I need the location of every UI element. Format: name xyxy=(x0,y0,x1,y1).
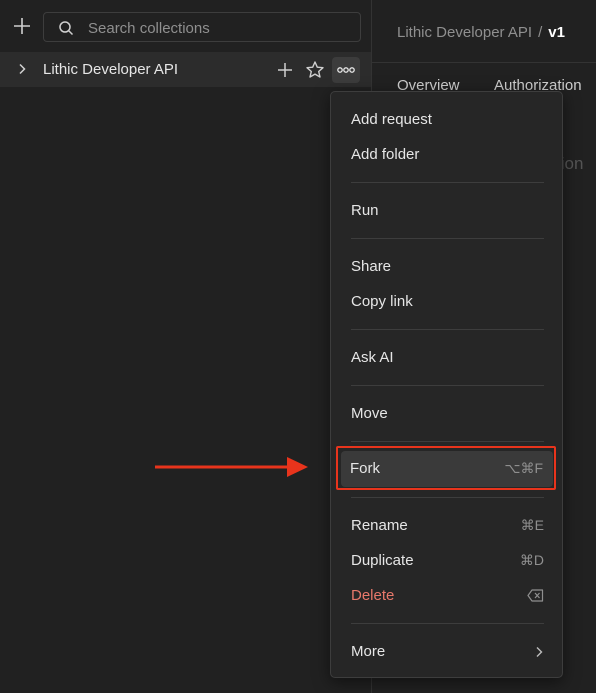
menu-separator xyxy=(351,329,544,330)
menu-separator xyxy=(351,182,544,183)
menu-item-delete[interactable]: Delete xyxy=(331,578,564,613)
menu-separator xyxy=(351,441,544,442)
menu-item-run[interactable]: Run xyxy=(331,193,564,228)
breadcrumb-parent[interactable]: Lithic Developer API xyxy=(397,24,532,41)
sidebar-toolbar xyxy=(0,0,371,52)
menu-separator xyxy=(351,238,544,239)
more-actions-button[interactable] xyxy=(332,57,360,83)
menu-item-label: More xyxy=(351,643,386,660)
collection-row[interactable]: Lithic Developer API xyxy=(0,52,371,87)
search-icon xyxy=(59,21,74,36)
collection-context-menu: Add request Add folder Run Share Copy li… xyxy=(330,91,563,678)
search-box[interactable] xyxy=(43,12,361,42)
breadcrumb: Lithic Developer API / v1 xyxy=(397,24,565,41)
star-icon[interactable] xyxy=(305,60,325,80)
search-input[interactable] xyxy=(86,17,350,39)
collection-name: Lithic Developer API xyxy=(43,61,179,78)
menu-item-copy-link[interactable]: Copy link xyxy=(331,284,564,319)
shortcut-label: ⌘D xyxy=(519,552,544,568)
menu-item-duplicate[interactable]: Duplicate ⌘D xyxy=(331,543,564,578)
shortcut-label: ⌘E xyxy=(520,517,544,533)
menu-item-move[interactable]: Move xyxy=(331,396,564,431)
menu-item-label: Add folder xyxy=(351,146,420,163)
menu-item-label: Add request xyxy=(351,111,432,128)
annotation-arrow-icon xyxy=(155,457,308,477)
menu-item-more[interactable]: More xyxy=(331,634,564,669)
menu-item-label: Share xyxy=(351,258,392,275)
menu-item-label: Copy link xyxy=(351,293,413,310)
menu-separator xyxy=(351,385,544,386)
menu-item-label: Move xyxy=(351,405,388,422)
new-collection-icon[interactable] xyxy=(12,16,32,36)
add-icon[interactable] xyxy=(276,61,294,79)
menu-item-label: Rename xyxy=(351,517,408,534)
menu-item-label: Run xyxy=(351,202,379,219)
breadcrumb-separator: / xyxy=(538,24,543,41)
menu-item-add-request[interactable]: Add request xyxy=(331,102,564,137)
menu-item-label: Ask AI xyxy=(351,349,394,366)
chevron-right-icon xyxy=(536,647,543,657)
menu-item-rename[interactable]: Rename ⌘E xyxy=(331,508,564,543)
menu-separator xyxy=(351,497,544,498)
menu-item-add-folder[interactable]: Add folder xyxy=(331,137,564,172)
backspace-icon xyxy=(527,589,544,602)
annotation-highlight-box xyxy=(336,446,556,490)
more-dots-icon xyxy=(337,67,355,73)
menu-item-label: Delete xyxy=(351,587,395,604)
collections-sidebar: Lithic Developer API xyxy=(0,0,371,693)
breadcrumb-current: v1 xyxy=(548,24,565,41)
header-divider xyxy=(372,62,596,63)
chevron-right-icon[interactable] xyxy=(16,63,28,75)
menu-item-share[interactable]: Share xyxy=(331,249,564,284)
menu-item-ask-ai[interactable]: Ask AI xyxy=(331,340,564,375)
menu-separator xyxy=(351,623,544,624)
menu-item-label: Duplicate xyxy=(351,552,414,569)
